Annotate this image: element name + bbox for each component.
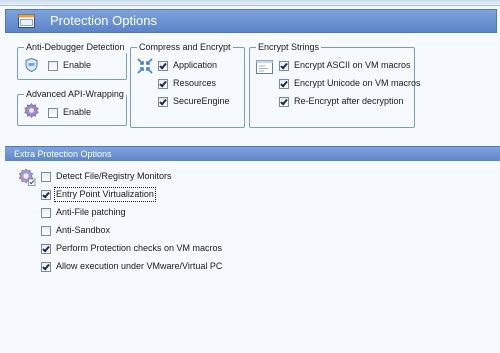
entry-point-virtualization-option[interactable]: Entry Point Virtualization: [41, 187, 156, 202]
api-wrapping-enable-label: Enable: [63, 107, 92, 117]
vm-macro-checks-option[interactable]: Perform Protection checks on VM macros: [41, 243, 222, 254]
anti-sandbox-checkbox[interactable]: [41, 225, 51, 236]
allow-vmware-option[interactable]: Allow execution under VMware/Virtual PC: [41, 261, 222, 272]
compress-resources-label: Resources: [173, 78, 217, 88]
compress-application-label: Application: [173, 60, 218, 70]
window-top-strip: [0, 0, 500, 6]
api-wrapping-enable-option[interactable]: Enable: [48, 107, 91, 118]
encrypt-strings-title: Encrypt Strings: [256, 41, 322, 53]
anti-debugger-title: Anti-Debugger Detection: [24, 41, 127, 53]
gear-icon: [24, 103, 39, 118]
window-icon: [18, 14, 35, 28]
gear-settings-icon: [18, 168, 36, 186]
compress-application-option[interactable]: Application: [158, 60, 217, 71]
reencrypt-checkbox[interactable]: [279, 96, 289, 107]
encrypt-ascii-label: Encrypt ASCII on VM macros: [294, 60, 411, 70]
shield-icon: [25, 58, 38, 72]
encrypt-ascii-checkbox[interactable]: [279, 60, 289, 71]
protection-options-header: Protection Options: [5, 9, 497, 33]
encrypt-unicode-label: Encrypt Unicode on VM macros: [294, 78, 421, 88]
compress-encrypt-title: Compress and Encrypt: [137, 41, 233, 53]
anti-sandbox-label: Anti-Sandbox: [56, 225, 111, 235]
vm-macro-checks-label: Perform Protection checks on VM macros: [56, 243, 223, 253]
anti-debugger-group: Anti-Debugger Detection Enable: [17, 41, 127, 80]
entry-point-virtualization-label: Entry Point Virtualization: [54, 187, 156, 202]
encrypt-unicode-option[interactable]: Encrypt Unicode on VM macros: [279, 78, 421, 89]
api-wrapping-title: Advanced API-Wrapping: [24, 88, 126, 100]
reencrypt-label: Re-Encrypt after decryption: [294, 96, 404, 106]
vm-macro-checks-checkbox[interactable]: [41, 243, 51, 254]
compress-icon: [137, 58, 153, 74]
encrypt-strings-group: Encrypt Strings Encrypt ASCII on VM macr…: [249, 41, 421, 128]
compress-resources-option[interactable]: Resources: [158, 78, 216, 89]
api-wrapping-enable-checkbox[interactable]: [48, 107, 58, 118]
compress-secureengine-option[interactable]: SecureEngine: [158, 96, 230, 107]
encrypt-ascii-option[interactable]: Encrypt ASCII on VM macros: [279, 60, 411, 71]
compress-secureengine-checkbox[interactable]: [158, 96, 168, 107]
compress-resources-checkbox[interactable]: [158, 78, 168, 89]
extra-protection-title: Extra Protection Options: [14, 149, 112, 159]
entry-point-virtualization-checkbox[interactable]: [41, 189, 51, 200]
anti-file-patching-checkbox[interactable]: [41, 207, 51, 218]
allow-vmware-label: Allow execution under VMware/Virtual PC: [56, 261, 223, 271]
api-wrapping-group: Advanced API-Wrapping Enable: [17, 88, 127, 126]
compress-application-checkbox[interactable]: [158, 60, 168, 71]
extra-protection-header: Extra Protection Options: [5, 146, 500, 161]
anti-file-patching-option[interactable]: Anti-File patching: [41, 207, 126, 218]
compress-encrypt-group: Compress and Encrypt Application Resourc…: [130, 41, 245, 128]
compress-secureengine-label: SecureEngine: [173, 96, 230, 106]
anti-debugger-enable-label: Enable: [63, 60, 92, 70]
page-title: Protection Options: [50, 13, 157, 28]
detect-monitors-option[interactable]: Detect File/Registry Monitors: [41, 171, 172, 182]
allow-vmware-checkbox[interactable]: [41, 261, 51, 272]
detect-monitors-label: Detect File/Registry Monitors: [56, 171, 172, 181]
anti-debugger-enable-checkbox[interactable]: [48, 60, 58, 71]
anti-sandbox-option[interactable]: Anti-Sandbox: [41, 225, 110, 236]
anti-debugger-enable-option[interactable]: Enable: [48, 60, 91, 71]
text-window-icon: [256, 60, 273, 74]
anti-file-patching-label: Anti-File patching: [56, 207, 126, 217]
reencrypt-option[interactable]: Re-Encrypt after decryption: [279, 96, 404, 107]
detect-monitors-checkbox[interactable]: [41, 171, 51, 182]
encrypt-unicode-checkbox[interactable]: [279, 78, 289, 89]
